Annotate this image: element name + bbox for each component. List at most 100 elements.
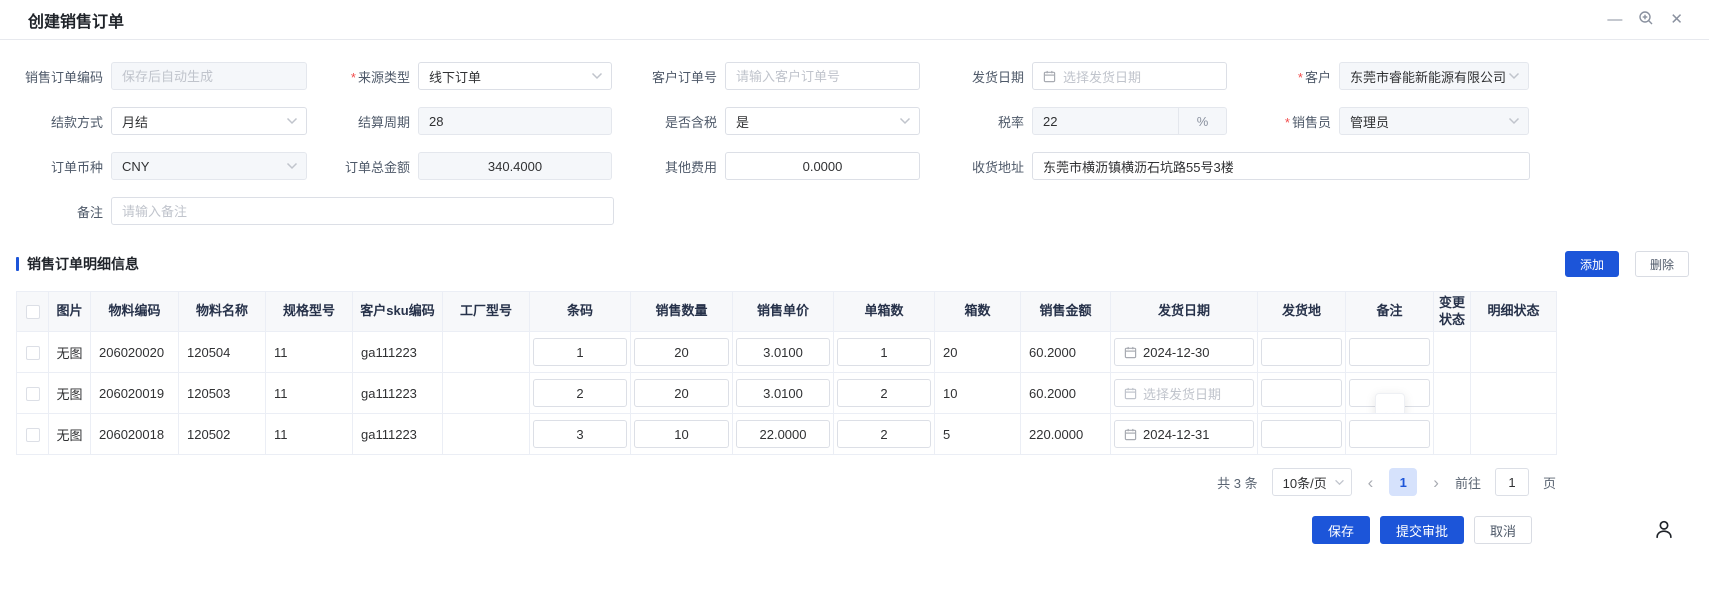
remark-input[interactable] (111, 197, 614, 225)
tax-rate-input-group[interactable]: 22 % (1032, 107, 1227, 135)
table-row: 无图 206020018 120502 11 ga111223 5 220.00… (17, 414, 1557, 455)
window-controls: — ✕ (1607, 10, 1683, 29)
customer-order-no-input[interactable] (725, 62, 920, 90)
cell-amount: 60.2000 (1021, 332, 1111, 373)
cell-customer-sku: ga111223 (353, 414, 443, 455)
cell-detail-status (1471, 332, 1557, 373)
barcode-input[interactable] (533, 420, 627, 448)
cell-material-name: 120502 (179, 414, 266, 455)
sales-order-form: 销售订单编码 *来源类型 线下订单 客户订单号 发货日期 选择发货日期 *客户 … (0, 40, 1709, 225)
chevron-down-icon (1508, 117, 1520, 125)
column-header-per-box: 单箱数 (834, 292, 935, 332)
chevron-down-icon (286, 162, 298, 170)
page-size-select[interactable]: 10条/页 (1272, 468, 1352, 496)
column-header-barcode: 条码 (530, 292, 631, 332)
ship-place-input[interactable] (1261, 379, 1342, 407)
chevron-down-icon (591, 72, 603, 80)
zoom-in-icon[interactable] (1638, 10, 1654, 29)
ship-place-input[interactable] (1261, 338, 1342, 366)
form-row-2: 结款方式 月结 结算周期 是否含税 是 税率 22 % *销售员 (0, 107, 1709, 135)
cell-amount: 60.2000 (1021, 373, 1111, 414)
total-amount-input[interactable] (418, 152, 612, 180)
column-header-amount: 销售金额 (1021, 292, 1111, 332)
chevron-down-icon (1334, 479, 1345, 486)
other-fees-input[interactable] (725, 152, 920, 180)
tax-included-select[interactable]: 是 (725, 107, 920, 135)
customer-label: *客户 (1240, 67, 1339, 86)
row-checkbox[interactable] (26, 428, 40, 442)
cell-material-name: 120503 (179, 373, 266, 414)
row-remark-input[interactable] (1349, 420, 1430, 448)
customer-select[interactable]: 东莞市睿能新能源有限公司 (1339, 62, 1529, 90)
settlement-cycle-label: 结算周期 (319, 112, 418, 131)
cell-detail-status (1471, 414, 1557, 455)
remark-label: 备注 (12, 202, 111, 221)
submit-approval-button[interactable]: 提交审批 (1380, 516, 1464, 544)
cell-boxes: 20 (935, 332, 1021, 373)
prev-page-button[interactable]: ‹ (1366, 474, 1376, 491)
close-icon[interactable]: ✕ (1670, 12, 1683, 27)
page-unit-label: 页 (1543, 473, 1556, 492)
profile-icon[interactable] (1653, 518, 1675, 545)
qty-input[interactable] (634, 338, 729, 366)
cell-spec: 11 (266, 373, 353, 414)
minimize-icon[interactable]: — (1607, 12, 1622, 27)
delete-row-button[interactable]: 删除 (1635, 251, 1689, 277)
qty-input[interactable] (634, 379, 729, 407)
detail-table: 图片 物料编码 物料名称 规格型号 客户sku编码 工厂型号 条码 销售数量 销… (16, 291, 1557, 455)
column-header-spec: 规格型号 (266, 292, 353, 332)
column-header-ship-date: 发货日期 (1111, 292, 1258, 332)
required-icon: * (1298, 70, 1303, 85)
column-header-change-status: 变更状态 (1434, 292, 1471, 332)
qty-input[interactable] (634, 420, 729, 448)
ship-date-picker[interactable]: 选择发货日期 (1032, 62, 1227, 90)
source-type-select[interactable]: 线下订单 (418, 62, 612, 90)
order-code-input[interactable] (111, 62, 307, 90)
barcode-input[interactable] (533, 338, 627, 366)
cancel-button[interactable]: 取消 (1474, 516, 1532, 544)
field-customer: *客户 东莞市睿能新能源有限公司 (1240, 62, 1547, 90)
shipping-address-input[interactable] (1032, 152, 1530, 180)
goto-label: 前往 (1455, 473, 1481, 492)
per-box-input[interactable] (837, 420, 931, 448)
salesperson-select[interactable]: 管理员 (1339, 107, 1529, 135)
cell-boxes: 10 (935, 373, 1021, 414)
unit-price-input[interactable] (736, 420, 830, 448)
per-box-input[interactable] (837, 338, 931, 366)
tax-rate-value: 22 (1033, 108, 1178, 134)
calendar-icon (1124, 346, 1137, 359)
detail-actions: 添加 删除 (1565, 251, 1689, 277)
ship-place-input[interactable] (1261, 420, 1342, 448)
detail-section-header: 销售订单明细信息 添加 删除 (0, 251, 1709, 277)
payment-method-select[interactable]: 月结 (111, 107, 307, 135)
row-remark-input[interactable] (1349, 338, 1430, 366)
cell-factory-model (443, 414, 530, 455)
save-button[interactable]: 保存 (1312, 516, 1370, 544)
page-number-button[interactable]: 1 (1389, 468, 1417, 496)
field-other-fees: 其他费用 (626, 152, 933, 180)
next-page-button[interactable]: › (1431, 474, 1441, 491)
chevron-down-icon (899, 117, 911, 125)
row-ship-date-picker[interactable]: 2024-12-30 (1114, 338, 1254, 366)
row-ship-date-picker[interactable]: 2024-12-31 (1114, 420, 1254, 448)
currency-select[interactable]: CNY (111, 152, 307, 180)
total-count-label: 共 3 条 (1217, 473, 1257, 492)
column-header-detail-status: 明细状态 (1471, 292, 1557, 332)
row-checkbox[interactable] (26, 346, 40, 360)
field-remark: 备注 (12, 197, 614, 225)
per-box-input[interactable] (837, 379, 931, 407)
shipping-address-label: 收货地址 (933, 157, 1032, 176)
add-row-button[interactable]: 添加 (1565, 251, 1619, 277)
field-ship-date: 发货日期 选择发货日期 (933, 62, 1240, 90)
goto-page-input[interactable] (1495, 468, 1529, 496)
row-ship-date-picker[interactable]: 选择发货日期 (1114, 379, 1254, 407)
unit-price-input[interactable] (736, 338, 830, 366)
field-currency: 订单币种 CNY (12, 152, 319, 180)
select-all-checkbox[interactable] (26, 305, 40, 319)
table-row: 无图 206020020 120504 11 ga111223 20 60.20… (17, 332, 1557, 373)
barcode-input[interactable] (533, 379, 627, 407)
unit-price-input[interactable] (736, 379, 830, 407)
row-checkbox[interactable] (26, 387, 40, 401)
settlement-cycle-input[interactable] (418, 107, 612, 135)
section-accent-bar (16, 257, 19, 271)
